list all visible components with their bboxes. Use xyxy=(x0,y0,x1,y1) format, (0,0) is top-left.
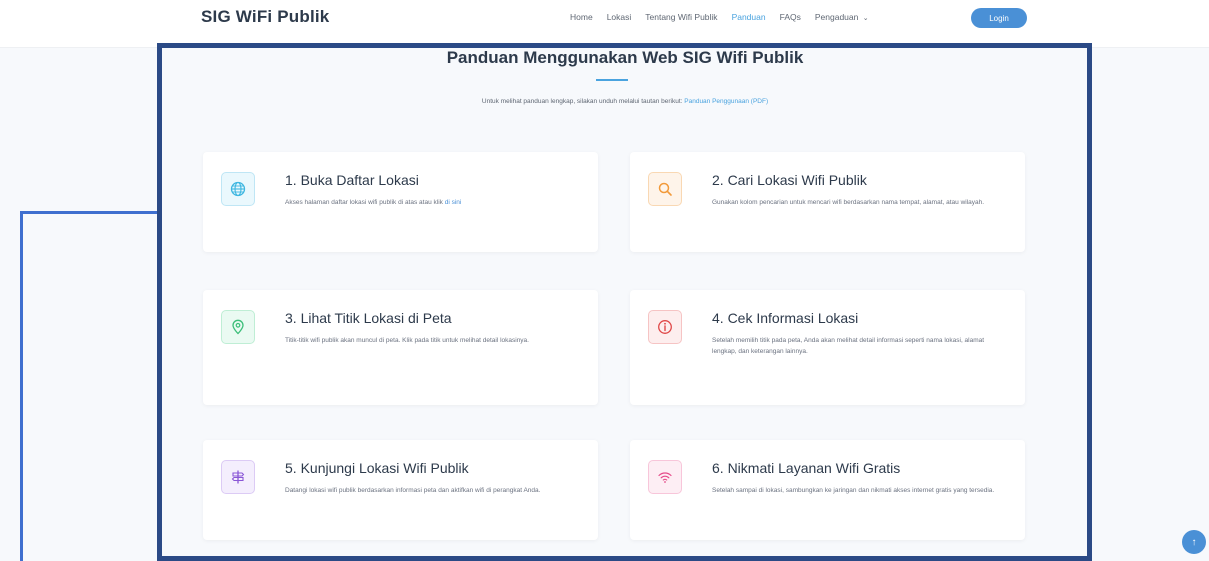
page-title: Panduan Menggunakan Web SIG Wifi Publik xyxy=(446,48,804,67)
top-navbar: SIG WiFi Publik Home Lokasi Tentang Wifi… xyxy=(0,0,1209,48)
card-title: 1. Buka Daftar Lokasi xyxy=(285,172,419,188)
guide-pdf-link[interactable]: Panduan Penggunaan (PDF) xyxy=(684,98,768,105)
card-description: Akses halaman daftar lokasi wifi publik … xyxy=(285,198,575,209)
arrow-up-icon: ↑ xyxy=(1191,536,1197,548)
guide-card-2: 2. Cari Lokasi Wifi Publik Gunakan kolom… xyxy=(630,152,1025,252)
card-description: Setelah sampai di lokasi, sambungkan ke … xyxy=(712,487,995,494)
globe-icon xyxy=(221,172,255,206)
annotation-line xyxy=(20,211,160,214)
card-description: Setelah memilih titik pada peta, Anda ak… xyxy=(712,337,985,355)
nav-tentang[interactable]: Tentang Wifi Publik xyxy=(645,12,717,22)
card-title: 5. Kunjungi Lokasi Wifi Publik xyxy=(285,460,469,476)
guide-card-6: 6. Nikmati Layanan Wifi Gratis Setelah s… xyxy=(630,440,1025,540)
intro-label: Untuk melihat panduan lengkap, silakan u… xyxy=(481,98,683,105)
nav-lokasi[interactable]: Lokasi xyxy=(607,12,632,22)
brand-logo[interactable]: SIG WiFi Publik xyxy=(201,7,329,27)
guide-card-4: 4. Cek Informasi Lokasi Setelah memilih … xyxy=(630,290,1025,405)
intro-text: Untuk melihat panduan lengkap, silakan u… xyxy=(160,98,1090,105)
card-title: 3. Lihat Titik Lokasi di Peta xyxy=(285,310,452,326)
card-title: 4. Cek Informasi Lokasi xyxy=(712,310,859,326)
nav-pengaduan[interactable]: Pengaduan ⌄ xyxy=(815,12,869,22)
guide-card-3: 3. Lihat Titik Lokasi di Peta Titik-titi… xyxy=(203,290,598,405)
guide-card-1: 1. Buka Daftar Lokasi Akses halaman daft… xyxy=(203,152,598,252)
info-icon xyxy=(648,310,682,344)
signpost-icon xyxy=(221,460,255,494)
highlight-frame-bottom xyxy=(157,556,1092,561)
daftar-lokasi-link[interactable]: di sini xyxy=(445,199,462,206)
main-nav: Home Lokasi Tentang Wifi Publik Panduan … xyxy=(570,12,869,22)
card-description: Titik-titik wifi publik akan muncul di p… xyxy=(285,337,529,344)
card-description: Gunakan kolom pencarian untuk mencari wi… xyxy=(712,199,985,206)
guide-card-5: 5. Kunjungi Lokasi Wifi Publik Datangi l… xyxy=(203,440,598,540)
card-description-text: Akses halaman daftar lokasi wifi publik … xyxy=(285,199,443,206)
card-description: Datangi lokasi wifi publik berdasarkan i… xyxy=(285,487,541,494)
annotation-line xyxy=(20,211,23,561)
card-title: 6. Nikmati Layanan Wifi Gratis xyxy=(712,460,901,476)
title-underline xyxy=(596,79,628,81)
search-icon xyxy=(648,172,682,206)
nav-faqs[interactable]: FAQs xyxy=(780,12,801,22)
chevron-down-icon: ⌄ xyxy=(862,15,869,22)
nav-panduan[interactable]: Panduan xyxy=(732,12,766,22)
card-title: 2. Cari Lokasi Wifi Publik xyxy=(712,172,867,188)
nav-pengaduan-label: Pengaduan xyxy=(814,12,859,22)
wifi-icon xyxy=(648,460,682,494)
map-pin-icon xyxy=(221,310,255,344)
nav-home[interactable]: Home xyxy=(570,12,593,22)
login-button[interactable]: Login xyxy=(971,8,1027,28)
scroll-to-top-button[interactable]: ↑ xyxy=(1182,530,1206,554)
